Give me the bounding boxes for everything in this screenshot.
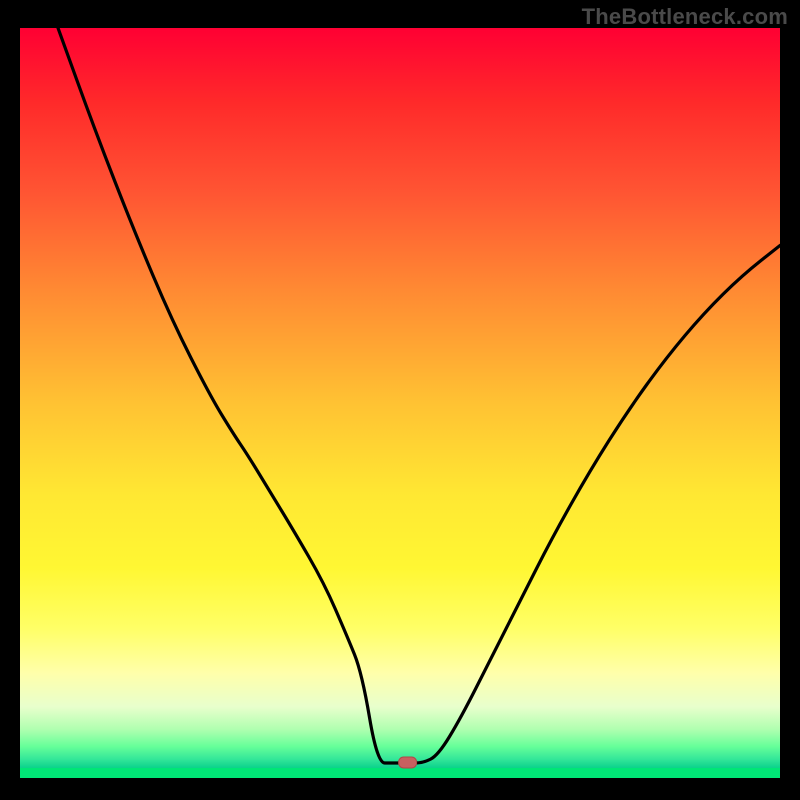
- gradient-background: [20, 28, 780, 778]
- attribution-text: TheBottleneck.com: [582, 4, 788, 30]
- chart-frame: TheBottleneck.com: [0, 0, 800, 800]
- chart-svg: [20, 28, 780, 778]
- bottleneck-plot: [20, 28, 780, 778]
- optimum-marker: [399, 757, 417, 768]
- baseline-strip: [20, 768, 780, 778]
